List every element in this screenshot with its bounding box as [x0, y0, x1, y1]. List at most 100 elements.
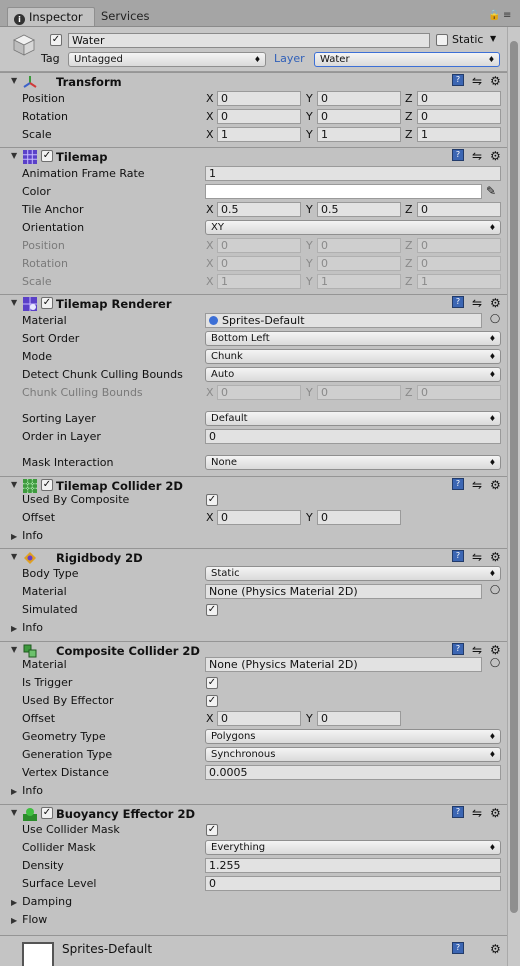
sort-order-dropdown[interactable]: Bottom Left ♦	[205, 331, 501, 346]
object-picker-icon[interactable]: ◯	[490, 658, 500, 668]
y-field[interactable]: 0	[317, 91, 401, 106]
z-field[interactable]: 0	[417, 109, 501, 124]
help-book-icon[interactable]: ?	[452, 149, 464, 161]
color-swatch[interactable]	[205, 184, 482, 199]
help-book-icon[interactable]: ?	[452, 74, 464, 86]
used-by-effector-checkbox[interactable]: ✓	[206, 695, 218, 707]
gear-icon[interactable]: ⚙	[490, 478, 501, 492]
component-header[interactable]: ▼ ✓ Buoyancy Effector 2D ? ⇋ ⚙	[0, 804, 507, 822]
geometry-type-dropdown[interactable]: Polygons ♦	[205, 729, 501, 744]
is-trigger-checkbox[interactable]: ✓	[206, 677, 218, 689]
eyedropper-icon[interactable]: ✎	[486, 184, 496, 198]
object-picker-icon[interactable]: ◯	[490, 585, 500, 595]
scrollbar[interactable]	[507, 27, 520, 966]
physics-material-field[interactable]: None (Physics Material 2D)	[205, 584, 482, 599]
z-field[interactable]: 0	[417, 91, 501, 106]
enable-checkbox[interactable]: ✓	[41, 297, 53, 309]
z-field[interactable]: 0	[417, 202, 501, 217]
y-field[interactable]: 0	[317, 510, 401, 525]
damping-foldout[interactable]: ▶ Damping	[0, 893, 507, 911]
help-book-icon[interactable]: ?	[452, 478, 464, 490]
preset-icon[interactable]: ⇋	[472, 478, 482, 492]
tab-inspector[interactable]: i Inspector	[7, 7, 95, 26]
gear-icon[interactable]: ⚙	[490, 149, 501, 163]
animation-frame-rate-field[interactable]: 1	[205, 166, 501, 181]
help-book-icon[interactable]: ?	[452, 296, 464, 308]
generation-type-dropdown[interactable]: Synchronous ♦	[205, 747, 501, 762]
gear-icon[interactable]: ⚙	[490, 74, 501, 88]
help-book-icon[interactable]: ?	[452, 942, 464, 954]
help-book-icon[interactable]: ?	[452, 550, 464, 562]
y-field[interactable]: 0	[317, 711, 401, 726]
foldout-icon[interactable]: ▼	[11, 76, 17, 85]
preset-icon[interactable]: ⇋	[472, 643, 482, 657]
used-by-composite-checkbox[interactable]: ✓	[206, 494, 218, 506]
x-field[interactable]: 1	[217, 127, 301, 142]
enable-checkbox[interactable]: ✓	[41, 807, 53, 819]
foldout-icon[interactable]: ▼	[11, 645, 17, 654]
gear-icon[interactable]: ⚙	[490, 942, 501, 956]
vertex-distance-field[interactable]: 0.0005	[205, 765, 501, 780]
layer-dropdown[interactable]: Water ♦	[314, 52, 500, 67]
info-foldout[interactable]: ▶ Info	[0, 527, 507, 545]
component-header[interactable]: ▼ Rigidbody 2D ? ⇋ ⚙	[0, 548, 507, 566]
gear-icon[interactable]: ⚙	[490, 643, 501, 657]
gear-icon[interactable]: ⚙	[490, 806, 501, 820]
detect-culling-dropdown[interactable]: Auto ♦	[205, 367, 501, 382]
y-field[interactable]: 0.5	[317, 202, 401, 217]
static-dropdown-icon[interactable]: ▼	[490, 34, 496, 43]
component-header[interactable]: ▼ ✓ Tilemap ? ⇋ ⚙	[0, 147, 507, 165]
static-checkbox[interactable]	[436, 34, 448, 46]
mode-dropdown[interactable]: Chunk ♦	[205, 349, 501, 364]
foldout-icon[interactable]: ▼	[11, 298, 17, 307]
help-book-icon[interactable]: ?	[452, 643, 464, 655]
x-field[interactable]: 0	[217, 711, 301, 726]
sorting-layer-dropdown[interactable]: Default ♦	[205, 411, 501, 426]
component-header[interactable]: ▼ Transform ? ⇋ ⚙	[0, 72, 507, 90]
preset-icon[interactable]: ⇋	[472, 550, 482, 564]
orientation-dropdown[interactable]: XY ♦	[205, 220, 501, 235]
info-foldout[interactable]: ▶ Info	[0, 782, 507, 800]
simulated-checkbox[interactable]: ✓	[206, 604, 218, 616]
x-field[interactable]: 0	[217, 91, 301, 106]
scrollbar-thumb[interactable]	[510, 41, 518, 913]
surface-level-field[interactable]: 0	[205, 876, 501, 891]
name-field[interactable]: Water	[68, 33, 430, 48]
active-checkbox[interactable]: ✓	[50, 34, 62, 46]
mask-interaction-dropdown[interactable]: None ♦	[205, 455, 501, 470]
tab-services[interactable]: Services	[101, 7, 150, 26]
density-field[interactable]: 1.255	[205, 858, 501, 873]
y-field[interactable]: 1	[317, 127, 401, 142]
foldout-icon[interactable]: ▼	[11, 552, 17, 561]
component-header[interactable]: ▼ ✓ Tilemap Renderer ? ⇋ ⚙	[0, 294, 507, 312]
z-field[interactable]: 1	[417, 127, 501, 142]
preset-icon[interactable]: ⇋	[472, 149, 482, 163]
tag-dropdown[interactable]: Untagged ♦	[68, 52, 266, 67]
help-book-icon[interactable]: ?	[452, 806, 464, 818]
gear-icon[interactable]: ⚙	[490, 550, 501, 564]
physics-material-field[interactable]: None (Physics Material 2D)	[205, 657, 482, 672]
use-collider-mask-checkbox[interactable]: ✓	[206, 824, 218, 836]
foldout-icon[interactable]: ▼	[11, 151, 17, 160]
gear-icon[interactable]: ⚙	[490, 296, 501, 310]
enable-checkbox[interactable]: ✓	[41, 150, 53, 162]
preset-icon[interactable]: ⇋	[472, 74, 482, 88]
preset-icon[interactable]: ⇋	[472, 806, 482, 820]
x-field[interactable]: 0.5	[217, 202, 301, 217]
x-field[interactable]: 0	[217, 510, 301, 525]
material-object-field[interactable]: Sprites-Default	[205, 313, 482, 328]
info-foldout[interactable]: ▶ Info	[0, 619, 507, 637]
y-field[interactable]: 0	[317, 109, 401, 124]
preset-icon[interactable]: ⇋	[472, 296, 482, 310]
body-type-dropdown[interactable]: Static ♦	[205, 566, 501, 581]
object-picker-icon[interactable]: ◯	[490, 314, 500, 324]
foldout-icon[interactable]: ▼	[11, 480, 17, 489]
order-in-layer-field[interactable]: 0	[205, 429, 501, 444]
foldout-icon[interactable]: ▼	[11, 808, 17, 817]
x-field[interactable]: 0	[217, 109, 301, 124]
enable-checkbox[interactable]: ✓	[41, 479, 53, 491]
lock-icon[interactable]: 🔒	[488, 10, 500, 21]
collider-mask-dropdown[interactable]: Everything ♦	[205, 840, 501, 855]
tab-menu-icon[interactable]: ≡	[503, 10, 511, 21]
flow-foldout[interactable]: ▶ Flow	[0, 911, 507, 929]
